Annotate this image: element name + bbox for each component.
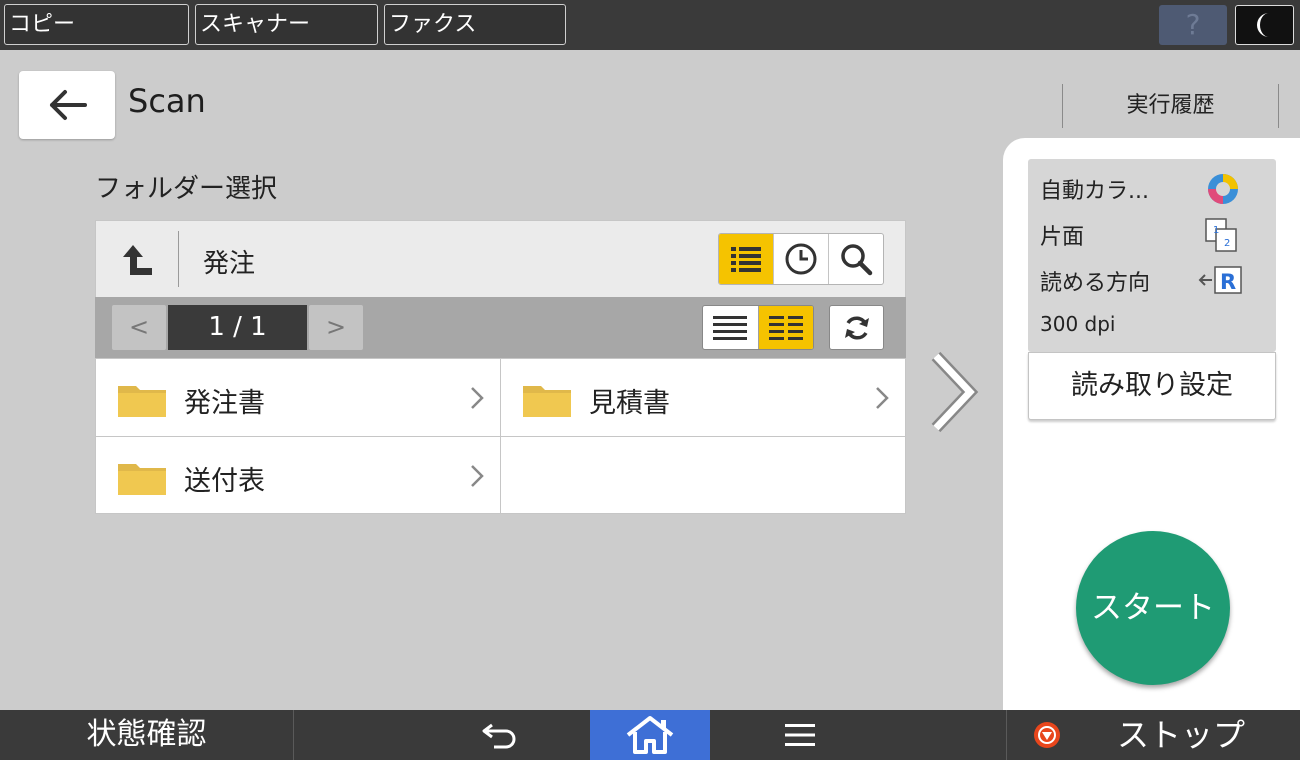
menu-button[interactable]: [770, 710, 830, 760]
list-icon: [731, 247, 761, 272]
clock-icon: [785, 243, 817, 275]
energy-saver-button[interactable]: [1235, 5, 1294, 45]
menu-icon: [785, 724, 815, 746]
help-button[interactable]: ?: [1159, 5, 1227, 45]
orientation-value: 読める方向: [1040, 271, 1151, 296]
prev-page-button[interactable]: <: [112, 305, 166, 350]
header-divider: [178, 231, 179, 287]
start-button[interactable]: スタート: [1076, 531, 1230, 685]
history-button[interactable]: 実行履歴: [1062, 84, 1279, 128]
duplex-icon: 1 2: [1205, 218, 1237, 252]
settings-panel: 自動カラ... 片面 1 2 読める方向 R 300 dpi 読み取り設定 スタ…: [1003, 138, 1300, 710]
home-icon: [626, 716, 674, 754]
bottom-bar: 状態確認 ストップ: [0, 710, 1300, 760]
moon-icon: [1257, 13, 1269, 37]
tab-copy-label: コピー: [9, 12, 76, 37]
help-icon: ?: [1185, 8, 1201, 41]
folder-icon: [118, 386, 166, 417]
duplex-icon-digit-1: 1: [1213, 225, 1219, 236]
status-check-button[interactable]: 状態確認: [0, 710, 294, 760]
stop-label: ストップ: [1117, 716, 1246, 754]
chevron-right-icon: [471, 465, 484, 487]
nav-back-button[interactable]: [470, 710, 530, 760]
two-column-button[interactable]: [758, 306, 813, 349]
home-button[interactable]: [590, 710, 710, 760]
tab-scanner[interactable]: スキャナー: [195, 4, 378, 45]
next-page-button[interactable]: >: [309, 305, 363, 350]
resolution-value: 300 dpi: [1040, 312, 1116, 336]
tab-copy[interactable]: コピー: [4, 4, 189, 45]
folder-up-icon[interactable]: [121, 243, 155, 277]
folder-name: 発注書: [184, 388, 265, 419]
search-button[interactable]: [829, 234, 883, 284]
stop-icon: [1034, 722, 1060, 748]
scan-settings-summary[interactable]: 自動カラ... 片面 1 2 読める方向 R 300 dpi: [1028, 159, 1276, 352]
page-indicator: 1 / 1: [168, 305, 307, 350]
folder-list: 発注書 見積書 送付表: [95, 358, 906, 514]
pager-bar: < 1 / 1 >: [95, 297, 906, 358]
folder-select-label: フォルダー選択: [95, 174, 278, 204]
grid-divider: [96, 436, 905, 437]
list-view-button[interactable]: [719, 234, 774, 284]
arrow-left-icon: [50, 90, 87, 120]
view-mode-group: [718, 233, 884, 285]
folder-icon: [523, 386, 571, 417]
folder-header: 発注: [95, 220, 906, 297]
folder-item[interactable]: 見積書: [501, 359, 905, 436]
folder-icon: [118, 464, 166, 495]
top-bar: コピー スキャナー ファクス ?: [0, 0, 1300, 50]
search-icon: [841, 244, 873, 276]
sides-value: 片面: [1040, 225, 1085, 250]
page-title: Scan: [128, 82, 206, 120]
color-mode-value: 自動カラ...: [1040, 179, 1149, 204]
stop-button[interactable]: ストップ: [1006, 710, 1300, 760]
single-column-button[interactable]: [703, 306, 759, 349]
single-column-icon: [713, 315, 748, 340]
two-column-icon: [768, 315, 803, 340]
back-button[interactable]: [19, 71, 115, 139]
folder-item[interactable]: 発注書: [96, 359, 500, 436]
tab-fax-label: ファクス: [389, 12, 477, 37]
folder-name: 送付表: [184, 466, 265, 497]
refresh-icon: [844, 315, 869, 340]
chevron-right-icon: [876, 387, 889, 409]
tab-fax[interactable]: ファクス: [384, 4, 566, 45]
folder-name: 見積書: [589, 388, 670, 419]
orientation-icon: R: [1198, 266, 1242, 294]
orientation-icon-letter: R: [1220, 270, 1236, 294]
folder-item[interactable]: 送付表: [96, 437, 500, 514]
layout-toggle-group: [702, 305, 814, 350]
current-folder-path: 発注: [203, 249, 256, 279]
undo-arrow-icon: [482, 723, 516, 749]
chevron-right-icon[interactable]: [924, 350, 980, 434]
chevron-right-icon: [471, 387, 484, 409]
refresh-button[interactable]: [829, 305, 884, 350]
duplex-icon-digit-2: 2: [1224, 238, 1230, 249]
history-view-button[interactable]: [774, 234, 829, 284]
auto-color-icon: [1208, 174, 1238, 204]
tab-scanner-label: スキャナー: [200, 12, 311, 37]
scan-settings-button[interactable]: 読み取り設定: [1028, 352, 1276, 420]
